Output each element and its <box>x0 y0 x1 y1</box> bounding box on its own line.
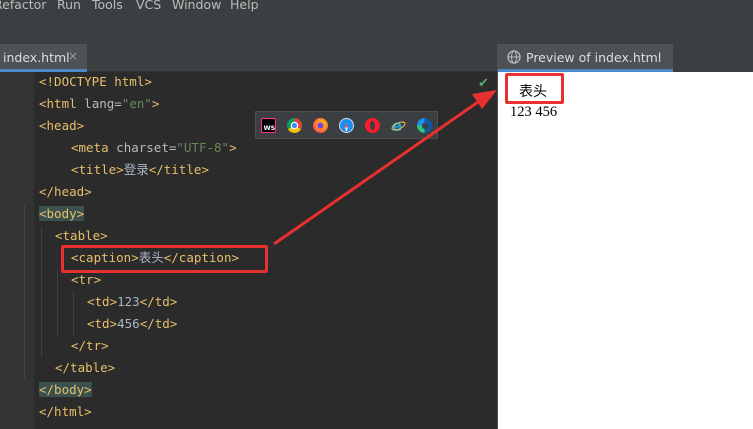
annotation-arrow <box>273 90 497 246</box>
